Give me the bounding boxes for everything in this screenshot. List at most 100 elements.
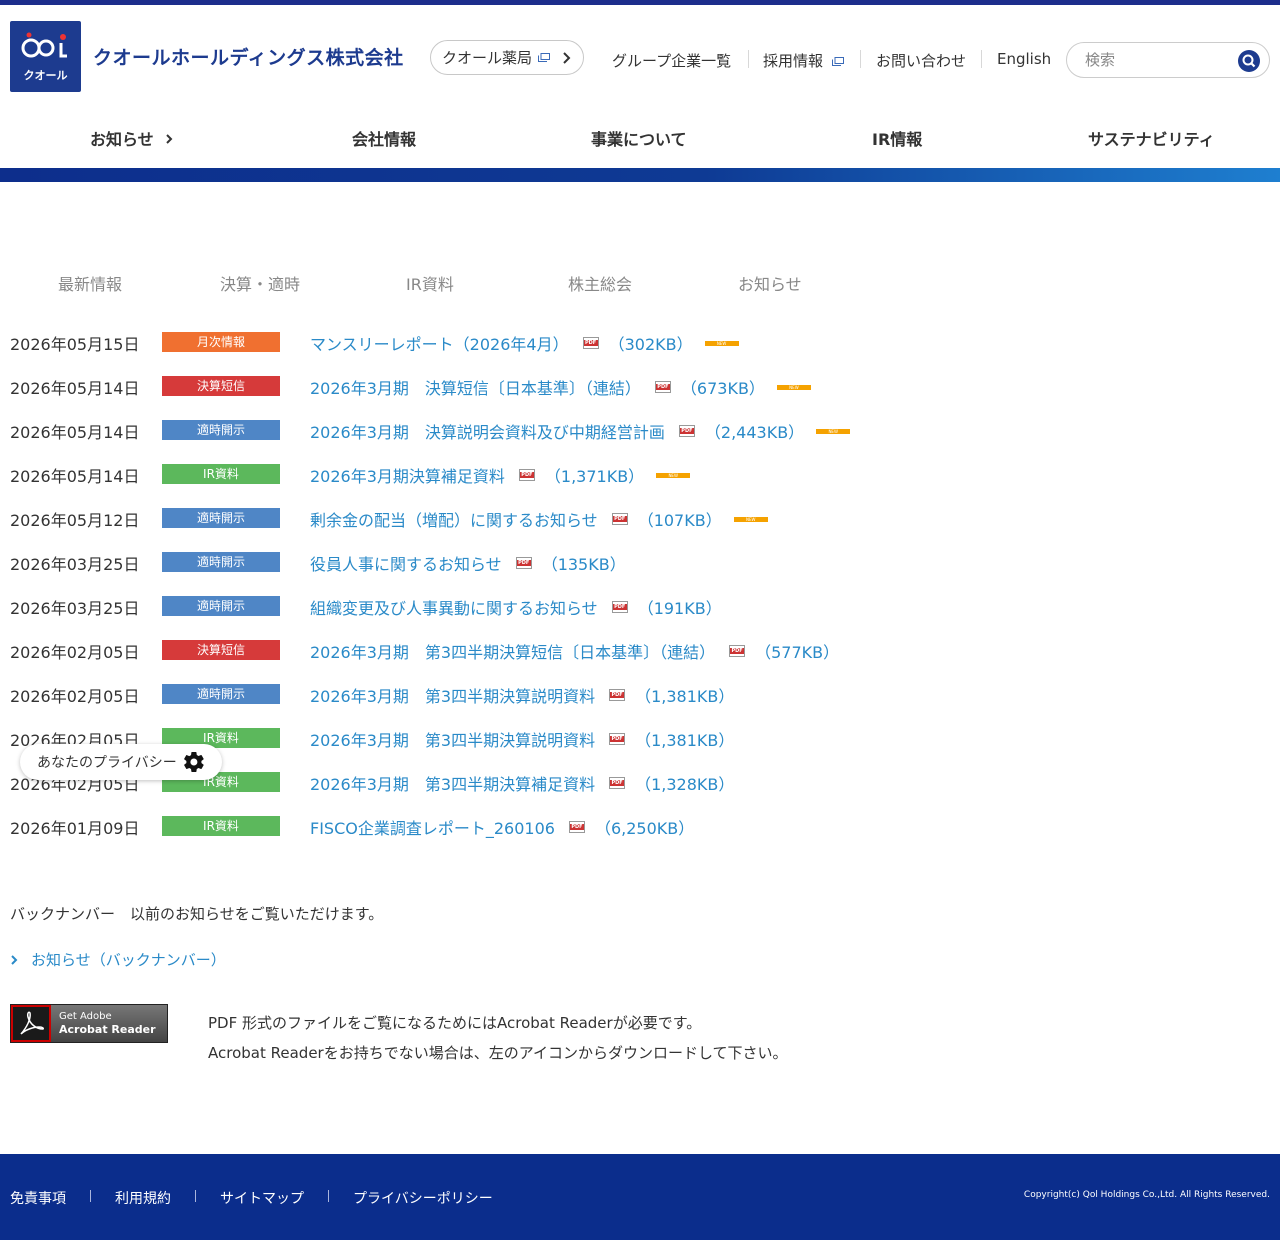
company-name[interactable]: クオールホールディングス株式会社 xyxy=(93,43,404,70)
search-box xyxy=(1066,42,1270,78)
news-row: 2026年03月25日 適時開示 組織変更及び人事異動に関するお知らせ （191KB） xyxy=(0,582,1280,626)
pdf-icon xyxy=(611,513,628,525)
acrobat-note: PDF 形式のファイルをご覧になるためにはAcrobat Readerが必要です… xyxy=(208,1008,788,1068)
group-companies-link[interactable]: グループ企業一覧 xyxy=(612,50,731,71)
english-link[interactable]: English xyxy=(997,50,1051,68)
news-title: 2026年3月期 第3四半期決算補足資料 xyxy=(310,775,596,794)
news-category-badge: IR資料 xyxy=(162,816,280,836)
news-date: 2026年05月14日 xyxy=(10,467,140,486)
news-category-badge: 決算短信 xyxy=(162,376,280,396)
tab-shareholders-meeting[interactable]: 株主総会 xyxy=(568,271,632,295)
news-title: FISCO企業調査レポート_260106 xyxy=(310,819,555,838)
news-title: 2026年3月期 第3四半期決算短信〔日本基準〕（連結） xyxy=(310,643,716,662)
contact-link[interactable]: お問い合わせ xyxy=(876,50,966,71)
news-title-link[interactable]: 組織変更及び人事異動に関するお知らせ （191KB） xyxy=(310,595,722,619)
qol-pharmacy-label: クオール薬局 xyxy=(442,49,533,67)
privacy-label: あなたのプライバシー xyxy=(37,755,177,771)
news-file-size: （1,381KB） xyxy=(635,731,735,750)
header-divider xyxy=(748,50,749,68)
new-badge: NEW xyxy=(733,516,768,522)
copyright: Copyright(c) Qol Holdings Co.,Ltd. All R… xyxy=(1023,1190,1270,1200)
news-row: 2026年02月05日 決算短信 2026年3月期 第3四半期決算短信〔日本基準〕（… xyxy=(0,626,1280,670)
news-title: 2026年3月期 第3四半期決算説明資料 xyxy=(310,687,596,706)
news-row: 2026年02月05日 適時開示 2026年3月期 第3四半期決算説明資料 （1,38… xyxy=(0,670,1280,714)
footer-divider xyxy=(328,1190,329,1202)
backnumber-description: バックナンバー 以前のお知らせをご覧いただけます。 xyxy=(10,905,384,923)
footer-terms-link[interactable]: 利用規約 xyxy=(115,1188,171,1208)
logo-kana-text: クオール xyxy=(23,69,68,82)
news-file-size: （107KB） xyxy=(637,511,722,530)
news-category-badge: 適時開示 xyxy=(162,552,280,572)
new-badge: NEW xyxy=(816,428,851,434)
news-date: 2026年02月05日 xyxy=(10,643,140,662)
pdf-icon xyxy=(518,469,535,481)
news-category-badge: 月次情報 xyxy=(162,332,280,352)
tab-notices[interactable]: お知らせ xyxy=(738,271,802,295)
pdf-icon xyxy=(609,689,626,701)
qol-pharmacy-button[interactable]: クオール薬局 xyxy=(430,40,584,75)
search-input[interactable] xyxy=(1085,50,1235,70)
news-title: 役員人事に関するお知らせ xyxy=(310,555,502,574)
news-category-badge: 適時開示 xyxy=(162,508,280,528)
news-title: 2026年3月期 第3四半期決算説明資料 xyxy=(310,731,596,750)
privacy-settings-button[interactable]: あなたのプライバシー xyxy=(20,744,222,780)
news-title-link[interactable]: 役員人事に関するお知らせ （135KB） xyxy=(310,551,626,575)
news-title-link[interactable]: 剰余金の配当（増配）に関するお知らせ （107KB） NEW xyxy=(310,507,768,531)
news-date: 2026年03月25日 xyxy=(10,599,140,618)
news-title-link[interactable]: 2026年3月期 第3四半期決算説明資料 （1,381KB） xyxy=(310,683,734,707)
news-row: 2026年05月14日 適時開示 2026年3月期 決算説明会資料及び中期経営計画 （… xyxy=(0,406,1280,450)
news-title-link[interactable]: 2026年3月期 第3四半期決算短信〔日本基準〕（連結） （577KB） xyxy=(310,639,839,663)
news-row: 2026年01月09日 IR資料 FISCO企業調査レポート_260106 （6,25… xyxy=(0,802,1280,846)
news-title-link[interactable]: 2026年3月期 決算短信〔日本基準〕（連結） （673KB） NEW xyxy=(310,375,811,399)
news-file-size: （302KB） xyxy=(608,335,693,354)
pdf-icon xyxy=(582,337,599,349)
qol-logo[interactable]: クオール xyxy=(10,21,81,92)
acrobat-icon xyxy=(11,1005,51,1042)
news-row: 2026年03月25日 適時開示 役員人事に関するお知らせ （135KB） xyxy=(0,538,1280,582)
tab-latest[interactable]: 最新情報 xyxy=(58,271,122,295)
news-title: 組織変更及び人事異動に関するお知らせ xyxy=(310,599,598,618)
news-file-size: （2,443KB） xyxy=(704,423,805,442)
search-icon xyxy=(1242,54,1256,68)
news-date: 2026年03月25日 xyxy=(10,555,140,574)
news-title-link[interactable]: マンスリーレポート（2026年4月） （302KB） NEW xyxy=(310,331,739,355)
gnav-sustainability[interactable]: サステナビリティ xyxy=(1088,126,1215,150)
news-title-link[interactable]: 2026年3月期 決算説明会資料及び中期経営計画 （2,443KB） NEW xyxy=(310,419,851,443)
news-title: 2026年3月期 決算説明会資料及び中期経営計画 xyxy=(310,423,665,442)
news-title-link[interactable]: 2026年3月期 第3四半期決算補足資料 （1,328KB） xyxy=(310,771,734,795)
pdf-icon xyxy=(568,821,585,833)
gnav-news[interactable]: お知らせ xyxy=(90,126,173,150)
news-date: 2026年05月14日 xyxy=(10,423,140,442)
news-date: 2026年02月05日 xyxy=(10,687,140,706)
tab-ir-materials[interactable]: IR資料 xyxy=(406,271,454,295)
header-divider xyxy=(860,50,861,68)
tab-results-disclosure[interactable]: 決算・適時 xyxy=(220,271,300,295)
gnav-ir[interactable]: IR情報 xyxy=(872,126,922,150)
recruit-link[interactable]: 採用情報 xyxy=(763,50,844,71)
pdf-icon xyxy=(609,733,626,745)
news-row: 2026年05月12日 適時開示 剰余金の配当（増配）に関するお知らせ （107KB）… xyxy=(0,494,1280,538)
search-button[interactable] xyxy=(1238,50,1260,72)
gnav-business[interactable]: 事業について xyxy=(591,126,687,150)
news-date: 2026年05月15日 xyxy=(10,335,140,354)
gear-icon xyxy=(184,751,204,773)
gnav-news-label: お知らせ xyxy=(90,130,154,149)
gnav-company[interactable]: 会社情報 xyxy=(352,126,416,150)
news-title-link[interactable]: FISCO企業調査レポート_260106 （6,250KB） xyxy=(310,815,694,839)
footer-disclaimer-link[interactable]: 免責事項 xyxy=(10,1188,66,1208)
news-title-link[interactable]: 2026年3月期決算補足資料 （1,371KB） NEW xyxy=(310,463,691,487)
chevron-right-icon xyxy=(563,52,571,64)
get-acrobat-reader-button[interactable]: Get Adobe Acrobat Reader xyxy=(10,1004,168,1043)
site-footer: 免責事項 利用規約 サイトマップ プライバシーポリシー Copyright(c)… xyxy=(0,1154,1280,1240)
pdf-icon xyxy=(611,601,628,613)
recruit-link-label: 採用情報 xyxy=(763,52,824,70)
qol-logo-mark-icon xyxy=(21,32,67,58)
footer-sitemap-link[interactable]: サイトマップ xyxy=(220,1188,304,1208)
backnumber-link[interactable]: お知らせ（バックナンバー） xyxy=(10,949,226,970)
header-blue-band xyxy=(0,168,1280,182)
footer-privacy-policy-link[interactable]: プライバシーポリシー xyxy=(353,1188,493,1208)
news-title-link[interactable]: 2026年3月期 第3四半期決算説明資料 （1,381KB） xyxy=(310,727,734,751)
pdf-icon xyxy=(654,381,671,393)
news-row: 2026年05月14日 IR資料 2026年3月期決算補足資料 （1,371KB） NE… xyxy=(0,450,1280,494)
external-window-icon xyxy=(538,53,551,62)
